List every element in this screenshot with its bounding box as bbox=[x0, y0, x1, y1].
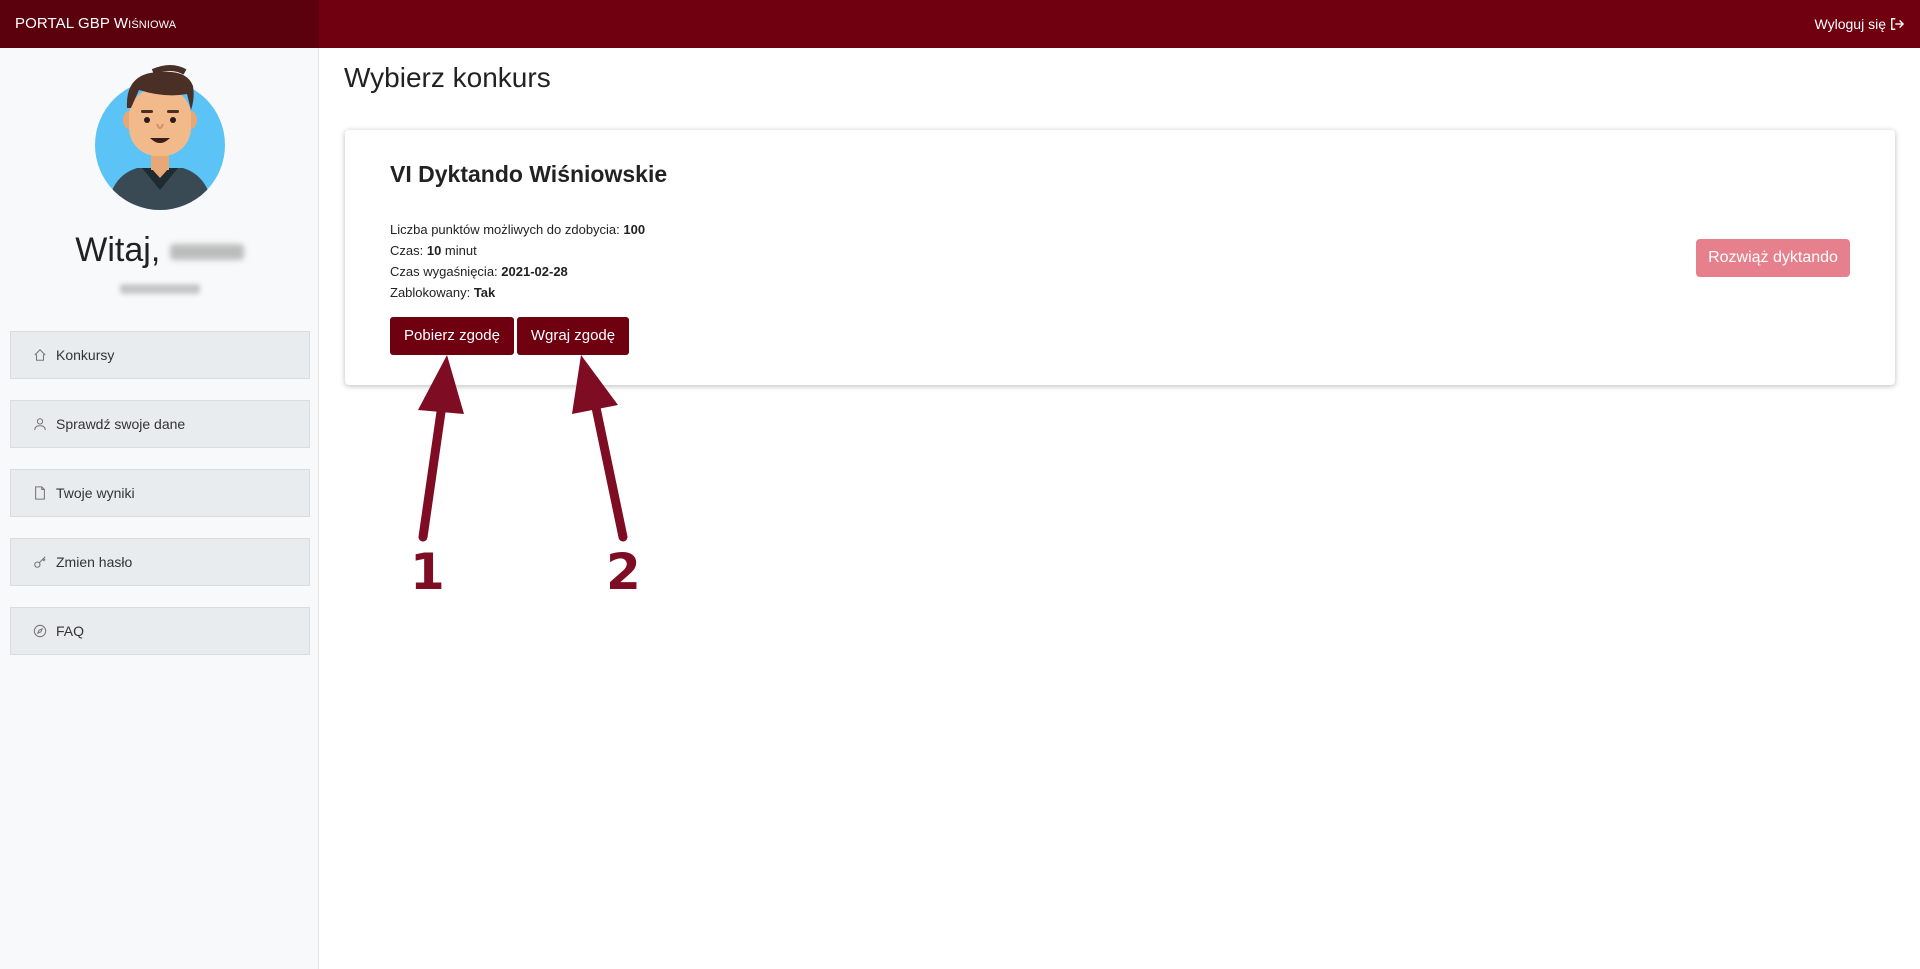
logout-label: Wyloguj się bbox=[1814, 16, 1886, 32]
sidebar-item-konkursy[interactable]: Konkursy bbox=[10, 331, 310, 379]
sidebar-item-label: Zmien hasło bbox=[56, 554, 133, 570]
download-consent-button[interactable]: Pobierz zgodę bbox=[390, 317, 514, 355]
sign-out-icon bbox=[1891, 18, 1904, 30]
logout-link[interactable]: Wyloguj się bbox=[1815, 0, 1904, 48]
blurred-username bbox=[169, 244, 244, 261]
points-value: 100 bbox=[623, 222, 646, 237]
locked-label: Zablokowany: bbox=[390, 285, 474, 300]
sidebar-item-label: FAQ bbox=[56, 623, 85, 639]
time-unit: minut bbox=[441, 243, 477, 258]
sidebar-item-sprawdz-dane[interactable]: Sprawdź swoje dane bbox=[10, 400, 310, 448]
brand-prefix: PORTAL GBP bbox=[15, 15, 114, 32]
home-icon bbox=[34, 349, 46, 361]
solve-dictation-button[interactable]: Rozwiąż dyktando bbox=[1696, 239, 1850, 277]
user-icon bbox=[34, 418, 46, 431]
sidebar: Witaj, Konkursy Sprawdź swoje dane Twoje… bbox=[0, 48, 319, 969]
top-navbar: PORTAL GBP Wiśniowa Wyloguj się bbox=[0, 0, 1920, 48]
sidebar-item-twoje-wyniki[interactable]: Twoje wyniki bbox=[10, 469, 310, 517]
time-label: Czas: bbox=[390, 243, 427, 258]
sidebar-item-label: Sprawdź swoje dane bbox=[56, 416, 186, 432]
expiry-value: 2021-02-28 bbox=[501, 264, 568, 279]
locked-value: Tak bbox=[473, 285, 496, 300]
blurred-user-id bbox=[120, 284, 200, 294]
sidebar-item-label: Twoje wyniki bbox=[56, 485, 135, 501]
expiry-row: Czas wygaśnięcia: 2021-02-28 bbox=[390, 261, 645, 282]
greeting-label: Witaj, bbox=[75, 231, 161, 269]
arrow-2-shaft bbox=[589, 393, 628, 542]
sidebar-item-faq[interactable]: FAQ bbox=[10, 607, 310, 655]
user-avatar bbox=[95, 65, 225, 210]
page-title: Wybierz konkurs bbox=[344, 62, 551, 93]
sidebar-item-label: Konkursy bbox=[56, 347, 115, 363]
contest-title: VI Dyktando Wiśniowskie bbox=[390, 161, 668, 187]
locked-row: Zablokowany: Tak bbox=[390, 282, 645, 303]
points-label: Liczba punktów możliwych do zdobycia: bbox=[390, 222, 624, 237]
brand-logo-text[interactable]: PORTAL GBP Wiśniowa bbox=[0, 0, 319, 48]
points-row: Liczba punktów możliwych do zdobycia: 10… bbox=[390, 219, 645, 240]
file-icon bbox=[35, 486, 45, 500]
contest-info: Liczba punktów możliwych do zdobycia: 10… bbox=[390, 219, 645, 303]
sidebar-nav: Konkursy Sprawdź swoje dane Twoje wyniki… bbox=[10, 331, 310, 676]
upload-consent-button[interactable]: Wgraj zgodę bbox=[517, 317, 629, 355]
arrow-1-shaft bbox=[418, 393, 448, 542]
compass-icon bbox=[33, 624, 47, 638]
annotation-label-1: 1 bbox=[410, 543, 445, 601]
expiry-label: Czas wygaśnięcia: bbox=[390, 264, 502, 279]
contest-card: VI Dyktando Wiśniowskie Liczba punktów m… bbox=[345, 130, 1895, 385]
annotation-label-2: 2 bbox=[606, 543, 641, 601]
key-icon bbox=[34, 556, 46, 568]
time-value: 10 bbox=[426, 243, 442, 258]
greeting-text: Witaj, bbox=[0, 231, 319, 270]
time-row: Czas: 10 minut bbox=[390, 240, 645, 261]
sidebar-item-zmien-haslo[interactable]: Zmien hasło bbox=[10, 538, 310, 586]
brand-name: Wiśniowa bbox=[113, 15, 177, 32]
